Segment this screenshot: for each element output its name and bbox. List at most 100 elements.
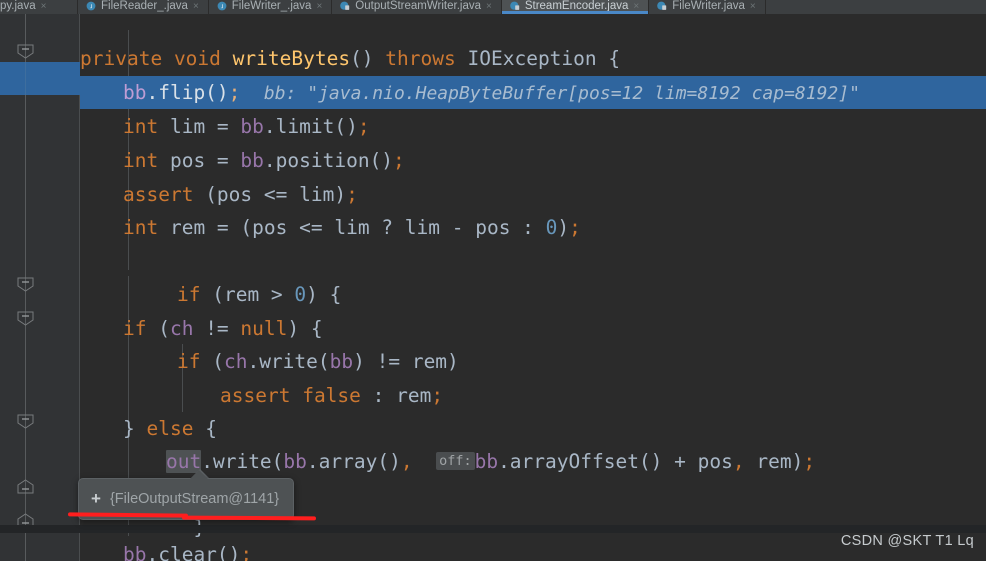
code-line-6[interactable]: int rem = (pos <= lim ? lim - pos : 0); — [123, 211, 581, 244]
close-icon[interactable]: × — [486, 1, 492, 12]
number-zero: 0 — [545, 216, 558, 239]
method-call-clear: .clear() — [146, 543, 241, 561]
number-zero: 0 — [294, 283, 307, 306]
comma: , — [400, 450, 413, 473]
code-line-2-selected[interactable]: bb.flip(); bb: "java.nio.HeapByteBuffer[… — [80, 76, 986, 110]
code-line-4[interactable]: int pos = bb.position(); — [123, 144, 405, 177]
code-line-13[interactable]: out.write(bb.array(), off: bb.arrayOffset… — [166, 445, 815, 478]
keyword-int: int — [123, 149, 159, 172]
field-bb: bb — [240, 115, 264, 138]
editor-gutter[interactable] — [0, 14, 80, 561]
close-icon[interactable]: × — [316, 1, 322, 12]
method-call-limit: .limit() — [263, 115, 358, 138]
keyword-void: void — [173, 47, 221, 70]
inline-value-hint-bb: bb: "java.nio.HeapByteBuffer[pos=12 lim=… — [263, 83, 860, 104]
code-line-9[interactable]: if (ch != null) { — [123, 312, 323, 345]
keyword-assert: assert — [220, 384, 291, 407]
editor-tab-5[interactable]: FileWriter.java × — [649, 0, 766, 14]
field-bb: bb — [283, 450, 307, 473]
semicolon: ; — [431, 384, 444, 407]
fold-marker-collapse-end[interactable] — [17, 479, 34, 494]
condition-close: ) != rem) — [353, 350, 459, 373]
expand-icon[interactable]: + — [91, 490, 101, 507]
keyword-false: false — [302, 384, 361, 407]
close-icon[interactable]: × — [41, 1, 47, 12]
close-icon[interactable]: × — [633, 1, 639, 12]
keyword-if: if — [177, 350, 201, 373]
code-line-12[interactable]: } else { — [123, 412, 217, 445]
close-icon[interactable]: × — [193, 1, 199, 12]
method-call-write: .write( — [201, 450, 284, 473]
method-call-write: .write( — [247, 350, 330, 373]
editor-tab-1[interactable]: FileReader_.java × — [78, 0, 209, 14]
editor-tab-0[interactable]: py.java × — [0, 0, 78, 14]
field-bb: bb — [123, 81, 147, 104]
fold-marker-collapse[interactable] — [17, 44, 34, 59]
code-line-8[interactable]: if (rem > 0) { — [177, 278, 341, 311]
method-call-position: .position() — [263, 149, 394, 172]
condition-close: ) { — [287, 317, 323, 340]
method-call-arrayoffset: .arrayOffset() + pos — [498, 450, 733, 473]
ternary-expression: rem = (pos <= lim ? lim - pos : — [158, 216, 546, 239]
code-line-5[interactable]: assert (pos <= lim); — [123, 178, 358, 211]
keyword-int: int — [123, 216, 159, 239]
editor-tab-label: FileReader_.java — [101, 0, 188, 12]
semicolon: ; — [393, 149, 405, 172]
editor-tab-bar: py.java × FileReader_.java × FileWriter_… — [0, 0, 986, 14]
fold-marker-collapse[interactable] — [17, 277, 34, 292]
parameter-hint-off: off: — [436, 452, 475, 470]
editor-tab-2[interactable]: FileWriter_.java × — [208, 0, 333, 14]
keyword-if: if — [123, 317, 147, 340]
condition-part: (rem > — [200, 283, 295, 306]
code-line-1[interactable]: private void writeBytes() throws IOExcep… — [80, 42, 620, 75]
method-call-flip: .flip() — [146, 81, 229, 104]
parens: () — [350, 47, 374, 70]
field-bb: bb — [123, 543, 147, 561]
condition-close: ) { — [306, 283, 342, 306]
java-class-icon — [217, 1, 227, 11]
tooltip-value: {FileOutputStream@1141} — [109, 491, 280, 507]
close-paren: ) — [557, 216, 570, 239]
assert-message: : rem — [360, 384, 432, 407]
editor-tab-label: FileWriter_.java — [231, 0, 312, 12]
assignment: pos = — [158, 149, 241, 172]
editor-tab-3[interactable]: OutputStreamWriter.java × — [332, 0, 502, 14]
semicolon: ; — [803, 450, 816, 473]
semicolon: ; — [228, 81, 241, 104]
open-brace: { — [608, 47, 621, 70]
method-name: writeBytes — [232, 47, 351, 70]
code-line-16[interactable]: bb.clear(); — [123, 538, 252, 561]
not-equals: != — [193, 317, 241, 340]
java-class-icon — [340, 1, 350, 11]
field-ch: ch — [169, 317, 194, 340]
field-bb: bb — [329, 350, 354, 373]
keyword-private: private — [80, 47, 163, 70]
code-line-10[interactable]: if (ch.write(bb) != rem) — [177, 345, 459, 378]
code-line-3[interactable]: int lim = bb.limit(); — [123, 110, 370, 143]
assert-expression: (pos <= lim) — [193, 183, 347, 206]
assignment: lim = — [158, 115, 241, 138]
field-bb: bb — [240, 149, 264, 172]
keyword-throws: throws — [385, 47, 456, 70]
open-brace: { — [205, 417, 217, 440]
editor-window: py.java × FileReader_.java × FileWriter_… — [0, 0, 986, 561]
open-paren: ( — [200, 350, 224, 373]
semicolon: ; — [357, 115, 370, 138]
editor-tab-label: py.java — [0, 0, 36, 12]
editor-tab-label: OutputStreamWriter.java — [355, 0, 481, 12]
selected-line-gutter-highlight — [0, 62, 80, 96]
type-ioexception: IOException — [467, 47, 597, 70]
keyword-assert: assert — [123, 183, 194, 206]
java-class-icon — [510, 1, 520, 11]
keyword-else: else — [146, 417, 194, 440]
keyword-null: null — [240, 317, 288, 340]
code-line-11[interactable]: assert false : rem; — [220, 379, 443, 412]
argument-rem: rem) — [744, 450, 804, 473]
keyword-int: int — [123, 115, 159, 138]
close-icon[interactable]: × — [750, 1, 756, 12]
comma: , — [732, 450, 745, 473]
editor-tab-4[interactable]: StreamEncoder.java × — [501, 0, 650, 14]
fold-marker-collapse[interactable] — [17, 311, 34, 326]
close-brace: } — [123, 417, 135, 440]
fold-marker-collapse[interactable] — [17, 414, 34, 429]
